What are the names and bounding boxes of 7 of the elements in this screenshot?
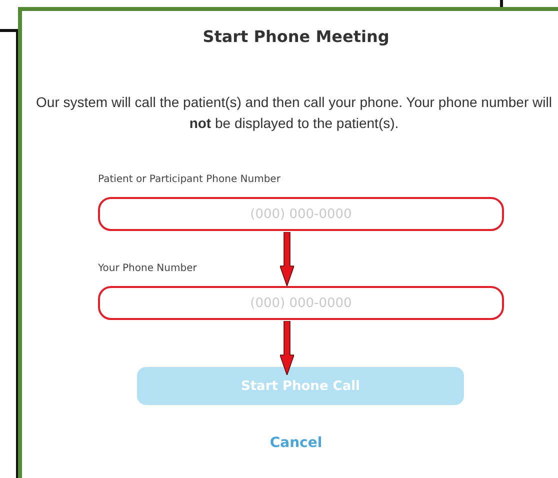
field-label: Patient or Participant Phone Number: [98, 174, 282, 185]
down-arrow-icon: [280, 321, 294, 375]
down-arrow-icon: [280, 232, 294, 286]
dialog-title: Start Phone Meeting: [202, 27, 390, 46]
field-label: Your Phone Number: [98, 263, 198, 274]
cancel-link[interactable]: Cancel: [270, 435, 322, 451]
description-text: Our system will call the patient(s) and then call your phone. Your phone number will not be displayed to the patient(s).: [35, 93, 553, 133]
